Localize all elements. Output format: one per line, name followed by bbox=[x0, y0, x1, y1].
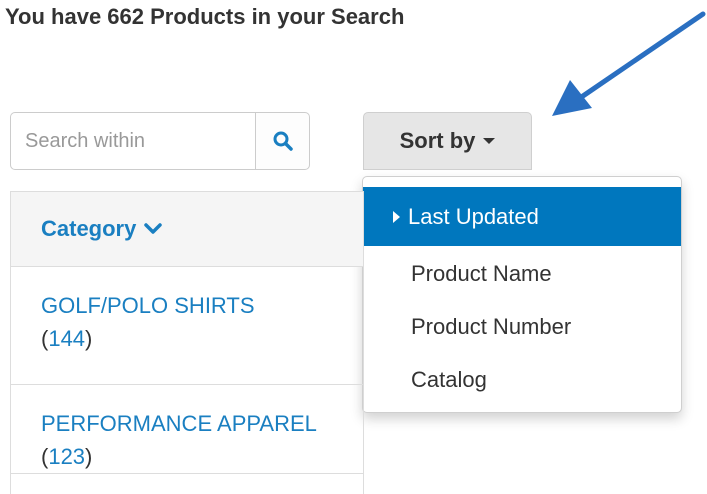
category-header-label: Category bbox=[41, 216, 137, 241]
sort-option-label: Product Name bbox=[411, 260, 552, 286]
page: You have 662 Products in your Search Sor… bbox=[0, 0, 707, 494]
results-headline: You have 662 Products in your Search bbox=[5, 4, 405, 29]
sort-option-catalog[interactable]: Catalog bbox=[363, 353, 681, 406]
category-item: GOLF/POLO SHIRTS (144) bbox=[11, 267, 363, 385]
search-within-group bbox=[10, 112, 310, 170]
category-filter-panel: Category GOLF/POLO SHIRTS (144) PERFORMA… bbox=[10, 191, 364, 494]
category-header-toggle[interactable]: Category bbox=[11, 192, 363, 267]
paren-close: ) bbox=[85, 326, 93, 351]
sort-by-button[interactable]: Sort by bbox=[363, 112, 532, 170]
sort-by-label: Sort by bbox=[399, 128, 476, 153]
sort-option-product-name[interactable]: Product Name bbox=[363, 247, 681, 300]
paren-close: ) bbox=[85, 444, 93, 469]
category-link-golf-polo-shirts[interactable]: GOLF/POLO SHIRTS bbox=[41, 293, 255, 318]
sort-option-label: Last Updated bbox=[408, 203, 539, 229]
category-link-performance-apparel[interactable]: PERFORMANCE APPAREL bbox=[41, 411, 316, 436]
search-within-input[interactable] bbox=[10, 112, 255, 170]
sort-option-last-updated[interactable]: Last Updated bbox=[363, 187, 681, 246]
category-count: 123 bbox=[48, 444, 86, 469]
sort-option-product-number[interactable]: Product Number bbox=[363, 300, 681, 353]
category-count: 144 bbox=[48, 326, 86, 351]
caret-right-icon bbox=[393, 210, 400, 223]
search-icon bbox=[273, 131, 293, 151]
sort-option-label: Product Number bbox=[411, 313, 572, 339]
caret-down-icon bbox=[483, 138, 496, 144]
sort-dropdown-menu: Last Updated Product Name Product Number… bbox=[362, 176, 682, 413]
search-button[interactable] bbox=[255, 112, 310, 170]
sort-option-label: Catalog bbox=[411, 366, 487, 392]
category-item: PERFORMANCE APPAREL (123) bbox=[11, 385, 363, 474]
chevron-down-icon bbox=[144, 223, 163, 234]
arrow-annotation bbox=[552, 11, 706, 116]
